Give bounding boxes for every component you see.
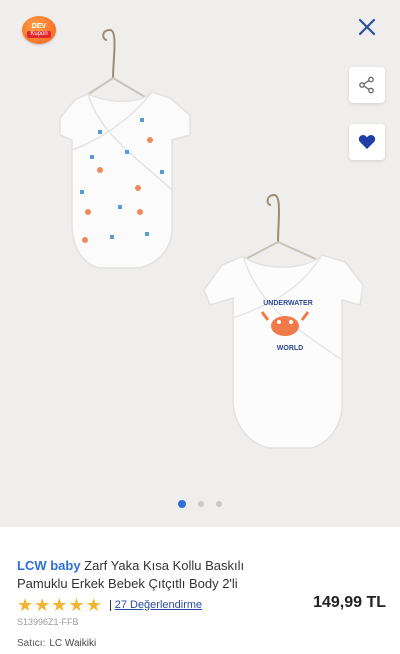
gallery-dot-2[interactable] [198,501,204,507]
gallery-pagination [0,500,400,508]
star-icon: ★ [34,595,51,615]
product-photo: UNDERWATER WORLD [59,28,364,449]
star-icon: ★ [68,595,85,615]
coupon-badge-line2: Kupon [27,30,51,38]
rating-stars: ★ ★ ★ ★ ★ [17,596,102,614]
seller-label: Satıcı: [17,638,46,649]
product-price: 149,99 TL [313,594,386,611]
coupon-badge[interactable]: DEV Kupon [22,16,56,44]
favorite-button[interactable] [349,124,385,160]
product-info: LCW baby Zarf Yaka Kısa Kollu Baskılı Pa… [0,527,400,654]
close-button[interactable] [354,14,380,40]
gallery-dot-1[interactable] [178,500,186,508]
gallery-dot-3[interactable] [216,501,222,507]
star-icon: ★ [85,595,102,615]
product-title: LCW baby Zarf Yaka Kısa Kollu Baskılı Pa… [17,557,287,593]
share-icon [359,76,374,94]
print-text-bottom: WORLD [277,345,303,352]
product-code: S13996Z1-FFB [17,617,79,627]
close-icon [358,18,376,36]
coupon-badge-line1: DEV [31,22,47,30]
star-icon: ★ [51,595,68,615]
product-image-gallery[interactable]: UNDERWATER WORLD DEV Kupon [0,0,400,527]
seller-row: Satıcı: LC Waikiki [17,638,96,649]
rating-row: ★ ★ ★ ★ ★ 27 Değerlendirme [17,596,202,614]
star-icon: ★ [17,595,34,615]
print-text-top: UNDERWATER [263,300,313,307]
product-brand[interactable]: LCW baby [17,558,81,573]
share-button[interactable] [349,67,385,103]
seller-name[interactable]: LC Waikiki [49,638,96,649]
reviews-link[interactable]: 27 Değerlendirme [109,599,202,611]
product-detail-page: UNDERWATER WORLD DEV Kupon LCW baby Zarf… [0,0,400,654]
heart-icon [358,135,376,149]
